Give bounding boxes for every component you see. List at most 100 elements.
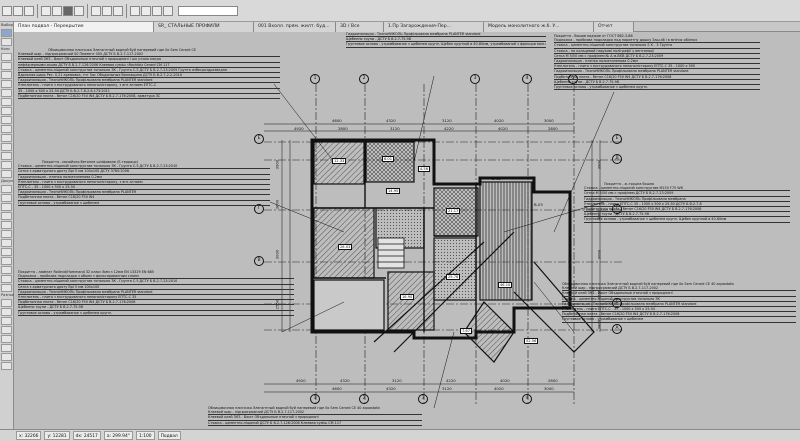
finish-note-bottom-center[interactable]: Облицовочная плиточка Элегантный водной … [208,406,422,426]
room-area-label[interactable]: 14.95 [386,188,401,194]
axis-bubble-column-4-bottom: 4 [522,394,532,404]
wall-end-tool-icon[interactable] [1,362,12,370]
grid-tool-icon[interactable] [1,299,12,307]
roof-tool-icon[interactable] [1,89,12,97]
scale-selector[interactable]: 1:100 [135,431,155,440]
finish-note-low-right[interactable]: Облицовочная плиточка Элегантный водной … [562,282,796,323]
stair-tool-icon[interactable] [1,134,12,142]
new-file-icon[interactable] [2,5,12,16]
dim-top2-5: 4020 [498,126,508,131]
room-area-label[interactable]: 7.67 [460,328,473,334]
slab-tool-icon[interactable] [1,80,12,88]
skylight-tool-icon[interactable] [1,344,12,352]
hotspot-tool-icon[interactable] [1,317,12,325]
layers-icon[interactable] [152,5,162,16]
finish-note-mid-left[interactable]: Покриття - мозайчно-бетонне шліфоване (Е… [18,160,270,206]
redo-icon[interactable] [52,5,62,16]
mesh-tool-icon[interactable] [1,107,12,115]
room-area-label[interactable]: 4.56 [418,166,431,172]
shell-tool-icon[interactable] [1,98,12,106]
finish-note-top-left[interactable]: Облицовочная плиточка Элегантный водной … [18,48,280,100]
line-tool-icon[interactable] [1,230,12,238]
railing-tool-icon[interactable] [1,143,12,151]
layer-selector[interactable]: Подвал [157,431,181,440]
wall-tool-icon[interactable] [1,53,12,61]
dim-bottom-3: 3120 [392,378,402,383]
tab-fences[interactable]: 1.Пр Загарождения-Пер... [384,22,484,32]
finish-note-top-right[interactable]: Покриття - бошив паджие кт ГОСТ 862.3-86… [554,34,760,91]
save-icon[interactable] [24,5,34,16]
beam-tool-icon[interactable] [1,71,12,79]
y-coordinate[interactable]: y: 12281 [44,431,70,440]
detail-tool-icon[interactable] [1,284,12,292]
room-area-label[interactable]: 46.10 [498,282,513,288]
object-tool-icon[interactable] [1,161,12,169]
arc-tool-icon[interactable] [1,239,12,247]
figure-tool-icon[interactable] [1,326,12,334]
toolbar-divider [37,3,38,18]
room-area-label[interactable]: 52.56 [524,338,539,344]
hand-icon[interactable] [74,5,84,16]
marquee-tool-icon[interactable] [1,38,12,46]
fit-window-icon[interactable] [113,5,123,16]
dim-top-3: 3120 [442,118,452,123]
dim-left-1: 3900 [274,159,280,170]
tab-3d[interactable]: 3D / Все [336,22,384,32]
axis-bubble-row-e-right: Е [612,134,622,144]
dim-top2-4: 4220 [444,126,454,131]
room-area-label[interactable]: 29.76 [446,274,461,280]
toolbox: Выбор Конс Докум Разное [0,22,14,441]
snap-icon[interactable] [141,5,151,16]
column-tool-icon[interactable] [1,62,12,70]
level-dimension-tool-icon[interactable] [1,194,12,202]
note-line: Подбетонная плита - бетон С16/20 F50 W4 … [18,94,280,100]
zoom-out-icon[interactable] [102,5,112,16]
dim-bottom2-4: 4020 [494,386,504,391]
info-field[interactable] [178,5,238,16]
dim-top-5: 3000 [544,118,554,123]
drawing-tool-icon[interactable] [1,257,12,265]
room-area-label[interactable]: 21.17 [446,208,461,214]
undo-icon[interactable] [41,5,51,16]
tab-report[interactable]: Отчет [594,22,634,32]
tab-monolith-model[interactable]: Модель монолитного ж.б. У... [484,22,594,32]
tab-basement-plan[interactable]: План подвал - Перекрытие [14,22,154,32]
morph-tool-icon[interactable] [1,335,12,343]
x-coordinate[interactable]: x: 32266 [16,431,42,440]
angle-readout[interactable]: a: 299.94° [103,431,133,440]
curtain-wall-tool-icon[interactable] [1,152,12,160]
floor-plan-canvas[interactable]: 1 2 3 4 5 1 2 3 4 Е Д Г В Б А Е Г 4600 4… [14,32,800,429]
arrow-tool-icon[interactable] [1,29,12,37]
pointer-icon[interactable] [63,5,73,16]
label-tool-icon[interactable] [1,212,12,220]
dimension-tool-icon[interactable] [1,185,12,193]
grid-icon[interactable] [130,5,140,16]
text-tool-icon[interactable] [1,203,12,211]
finish-note-top-center[interactable]: Гидроизоляция - ТехноНИКОЛЬ Профільована… [346,32,546,48]
open-file-icon[interactable] [13,5,23,16]
zone-tool-icon[interactable] [1,170,12,178]
door-tag[interactable]: В-03 [534,202,543,207]
section-tool-icon[interactable] [1,266,12,274]
window-tool-icon[interactable] [1,125,12,133]
finish-note-mid-right[interactable]: Покриття - ж-троцна бошна Стяжка - цемен… [584,182,790,223]
zoom-in-icon[interactable] [91,5,101,16]
room-area-label[interactable]: 6.01 [382,156,395,162]
room-area-label[interactable]: 26.03 [338,244,353,250]
camera-tool-icon[interactable] [1,308,12,316]
corner-window-tool-icon[interactable] [1,353,12,361]
dim-bottom-4: 4220 [446,378,456,383]
fill-tool-icon[interactable] [1,221,12,229]
room-area-label[interactable]: 12.33 [332,158,347,164]
door-tool-icon[interactable] [1,116,12,124]
tab-building-001[interactable]: 001 Вхолл. прям. жилт. буд... [254,22,336,32]
room-area-label[interactable]: 16.90 [400,294,415,300]
elevation-tool-icon[interactable] [1,275,12,283]
dx-coordinate[interactable]: dx: 24517 [72,431,101,440]
door-tag[interactable]: В-02 [492,176,501,181]
dim-bottom-1: 4920 [296,378,306,383]
finish-note-low-left[interactable]: Покриття - ламінат Rollend/Hammand 32 кл… [18,270,294,316]
polyline-tool-icon[interactable] [1,248,12,256]
pen-icon[interactable] [163,5,173,16]
tab-steel-profiles[interactable]: SR_ СТАЛЬНЫЕ ПРОФИЛИ [154,22,254,32]
